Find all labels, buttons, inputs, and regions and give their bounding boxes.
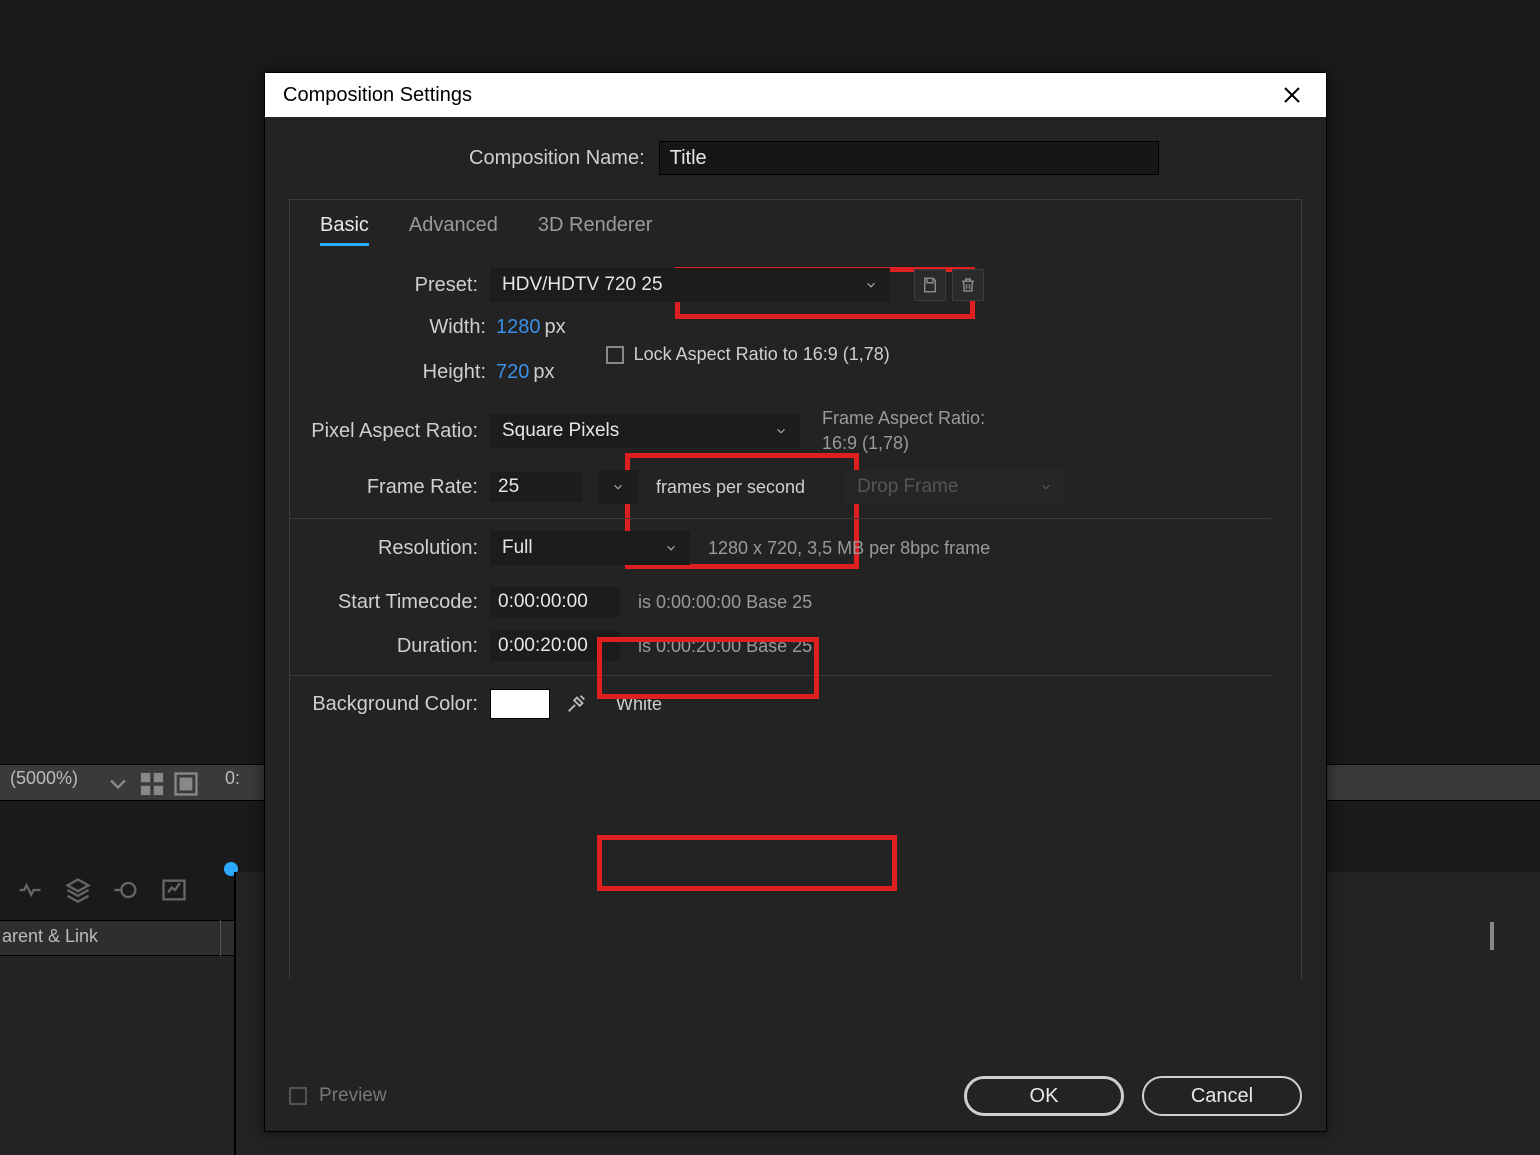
frame-aspect-value: 16:9 (1,78) [822,431,985,456]
save-preset-button[interactable] [914,269,946,301]
section-divider-2 [290,675,1271,676]
height-line: Height: 720 px [402,361,566,384]
eyedropper-icon [565,693,587,715]
chevron-down-icon [774,424,788,438]
chevron-down-icon [1039,480,1053,494]
chevron-down-icon [864,278,878,292]
preview-toggle: Preview [289,1085,387,1107]
pixel-aspect-row: Pixel Aspect Ratio: Square Pixels Frame … [290,406,1271,456]
duration-label: Duration: [290,635,490,658]
width-label: Width: [402,316,486,339]
dialog-title: Composition Settings [283,84,472,107]
save-icon [921,276,939,294]
composition-settings-dialog: Composition Settings Composition Name: B… [264,72,1327,1132]
duration-input[interactable] [490,631,620,661]
preset-row: Preset: HDV/HDTV 720 25 [290,268,1271,302]
delete-preset-button[interactable] [952,269,984,301]
bg-time-tick [1490,922,1494,950]
resolution-select[interactable]: Full [490,531,690,565]
close-button[interactable] [1272,75,1312,115]
chevron-down-icon[interactable] [104,770,132,798]
background-color-swatch[interactable] [490,689,550,719]
preview-checkbox [289,1087,307,1105]
preset-value: HDV/HDTV 720 25 [502,274,663,296]
dialog-footer: Preview OK Cancel [265,1061,1326,1131]
dimensions-row: Width: 1280 px Height: 720 px Lock Aspec… [290,316,1271,384]
tab-3d-renderer[interactable]: 3D Renderer [538,214,653,246]
lock-aspect-checkbox[interactable] [606,346,624,364]
preview-label: Preview [319,1085,387,1107]
ok-button[interactable]: OK [964,1076,1124,1116]
frame-rate-dropdown[interactable] [598,470,638,504]
resolution-hint: 1280 x 720, 3,5 MB per 8bpc frame [708,538,990,559]
start-timecode-label: Start Timecode: [290,591,490,614]
basic-tab-content: Preset: HDV/HDTV 720 25 [290,246,1301,720]
background-color-label: Background Color: [290,693,490,716]
cancel-button[interactable]: Cancel [1142,1076,1302,1116]
close-icon [1283,86,1301,104]
trash-icon [959,276,977,294]
lock-aspect-label: Lock Aspect Ratio to 16:9 (1,78) [634,344,890,365]
duration-row: Duration: is 0:00:20:00 Base 25 [290,631,1271,661]
grid-icon[interactable] [138,770,166,798]
shy-icon[interactable] [16,876,44,904]
frame-rate-row: Frame Rate: frames per second Drop Frame [290,470,1271,504]
width-value[interactable]: 1280 [496,316,541,339]
bg-column-label: arent & Link [2,926,98,947]
pixel-aspect-value: Square Pixels [502,420,619,442]
resolution-row: Resolution: Full 1280 x 720, 3,5 MB per … [290,531,1271,565]
duration-hint: is 0:00:20:00 Base 25 [638,636,812,657]
height-unit: px [533,361,554,384]
bg-zoom-text: (5000%) [10,768,78,789]
resolution-label: Resolution: [290,537,490,560]
frame-aspect-info: Frame Aspect Ratio: 16:9 (1,78) [822,406,985,456]
frame-rate-input[interactable] [490,472,582,502]
pixel-aspect-label: Pixel Aspect Ratio: [290,420,490,443]
preset-select[interactable]: HDV/HDTV 720 25 [490,268,890,302]
width-line: Width: 1280 px [402,316,566,339]
height-value[interactable]: 720 [496,361,529,384]
tab-basic[interactable]: Basic [320,214,369,246]
dialog-titlebar: Composition Settings [265,73,1326,117]
height-label: Height: [402,361,486,384]
start-timecode-row: Start Timecode: is 0:00:00:00 Base 25 [290,587,1271,617]
drop-frame-select: Drop Frame [845,470,1065,504]
composition-name-row: Composition Name: [469,141,1302,175]
resolution-value: Full [502,537,533,559]
bg-icon-band [104,770,200,798]
dialog-tabs-panel: Basic Advanced 3D Renderer Preset: HDV/H… [289,199,1302,979]
drop-frame-label: Drop Frame [857,476,958,498]
fps-unit-label: frames per second [656,477,805,498]
section-divider [290,518,1271,519]
tab-advanced[interactable]: Advanced [409,214,498,246]
eyedropper-button[interactable] [560,688,592,720]
dimensions-stack: Width: 1280 px Height: 720 px [402,316,566,384]
background-color-name: White [616,694,662,715]
start-timecode-input[interactable] [490,587,620,617]
dialog-body: Composition Name: Basic Advanced 3D Rend… [265,117,1326,1061]
layers-icon[interactable] [64,876,92,904]
composition-name-input[interactable] [659,141,1159,175]
width-unit: px [545,316,566,339]
frame-rate-label: Frame Rate: [290,476,490,499]
composition-name-label: Composition Name: [469,147,645,170]
bg-col-divider [220,920,221,956]
pixel-aspect-select[interactable]: Square Pixels [490,414,800,448]
start-timecode-hint: is 0:00:00:00 Base 25 [638,592,812,613]
mask-icon[interactable] [172,770,200,798]
background-color-row: Background Color: White [290,688,1271,720]
frame-aspect-label: Frame Aspect Ratio: [822,406,985,431]
lock-aspect-area: Lock Aspect Ratio to 16:9 (1,78) [606,344,890,365]
graph-icon[interactable] [160,876,188,904]
preset-label: Preset: [290,274,490,297]
motion-blur-icon[interactable] [112,876,140,904]
chevron-down-icon [611,480,625,494]
bg-timecode: 0: [225,768,240,789]
chevron-down-icon [664,541,678,555]
dialog-tabs: Basic Advanced 3D Renderer [290,200,1301,246]
